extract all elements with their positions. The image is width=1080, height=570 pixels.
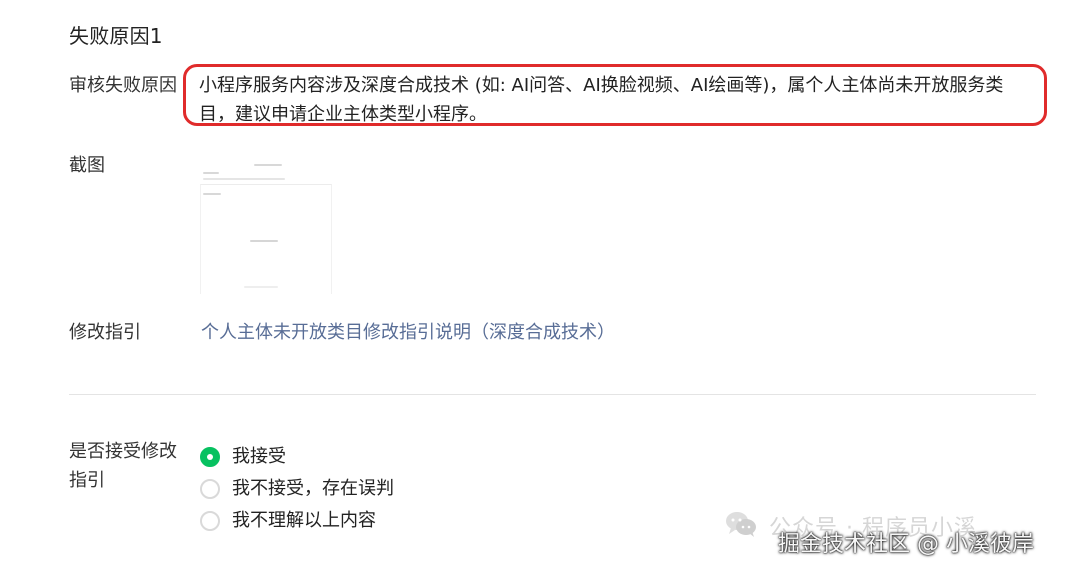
thumbnail-content-area xyxy=(200,184,332,294)
watermark-community: 掘金技术社区 @ 小溪彼岸 xyxy=(778,532,1034,557)
not-understand-option[interactable]: 我不理解以上内容 xyxy=(200,505,394,537)
unselected-radio-icon[interactable] xyxy=(200,479,220,499)
failure-reason-text: 小程序服务内容涉及深度合成技术 (如: AI问答、AI换脸视频、AI绘画等)，属… xyxy=(199,75,1004,125)
thumbnail-text-line xyxy=(203,178,285,180)
thumbnail-center-line xyxy=(250,240,278,242)
review-screenshot-thumbnail[interactable] xyxy=(200,155,332,295)
modification-guide-link[interactable]: 个人主体未开放类目修改指引说明（深度合成技术） xyxy=(201,318,615,347)
wechat-icon xyxy=(726,512,756,537)
screenshot-label: 截图 xyxy=(69,155,105,176)
thumbnail-title-line xyxy=(254,164,282,166)
unselected-radio-icon[interactable] xyxy=(200,511,220,531)
section-title: 失败原因1 xyxy=(69,24,163,48)
accept-option-label: 我接受 xyxy=(232,446,286,467)
accept-option[interactable]: 我接受 xyxy=(200,441,394,473)
modification-guide-label: 修改指引 xyxy=(69,322,141,343)
not-accept-option[interactable]: 我不接受，存在误判 xyxy=(200,473,394,505)
not-understand-option-label: 我不理解以上内容 xyxy=(232,510,376,531)
accept-guide-question-label: 是否接受修改指引 xyxy=(69,441,177,491)
thumbnail-header-line xyxy=(203,172,219,174)
thumbnail-footer-line xyxy=(244,286,278,288)
review-failure-reason-label: 审核失败原因 xyxy=(69,75,177,96)
section-divider xyxy=(69,394,1036,395)
accept-guide-options: 我接受 我不接受，存在误判 我不理解以上内容 xyxy=(200,441,394,537)
not-accept-option-label: 我不接受，存在误判 xyxy=(232,478,394,499)
selected-radio-icon[interactable] xyxy=(200,447,220,467)
thumbnail-page xyxy=(200,155,332,295)
